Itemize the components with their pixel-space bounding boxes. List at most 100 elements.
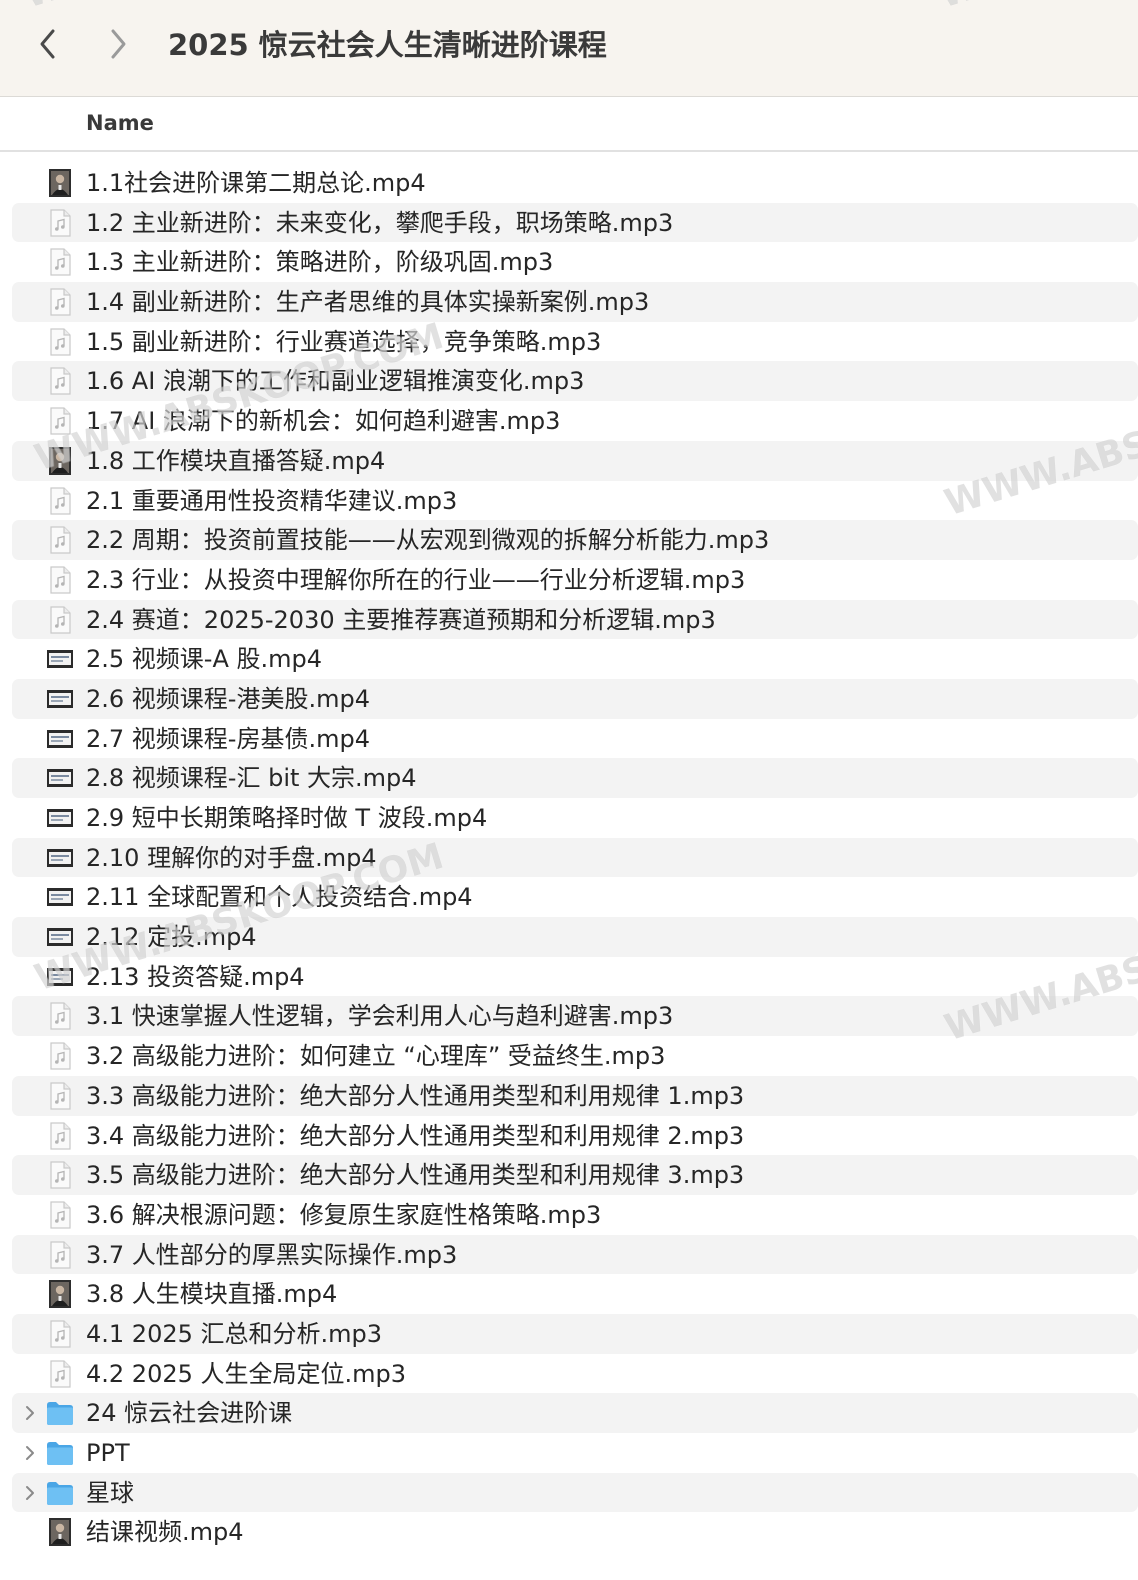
audio-file-icon <box>50 407 71 435</box>
file-icon <box>46 327 74 357</box>
file-row[interactable]: 1.5 副业新进阶：行业赛道选择，竞争策略.mp3 <box>12 322 1138 362</box>
file-row[interactable]: 2.4 赛道：2025-2030 主要推荐赛道预期和分析逻辑.mp3 <box>12 599 1138 640</box>
video-slide-icon <box>47 848 73 867</box>
folder-row[interactable]: PPT <box>12 1433 1138 1473</box>
file-name: 3.5 高级能力进阶：绝大部分人性通用类型和利用规律 3.mp3 <box>86 1161 745 1190</box>
file-name: 2.5 视频课-A 股.mp4 <box>86 645 323 674</box>
file-row[interactable]: 3.6 解决根源问题：修复原生家庭性格策略.mp3 <box>12 1195 1138 1235</box>
file-row[interactable]: 2.6 视频课程-港美股.mp4 <box>12 678 1138 719</box>
file-name: 2.6 视频课程-港美股.mp4 <box>86 684 370 713</box>
file-row[interactable]: 2.5 视频课-A 股.mp4 <box>12 639 1138 679</box>
file-name: 1.3 主业新进阶：策略进阶，阶级巩固.mp3 <box>86 248 554 277</box>
video-slide-icon <box>47 729 73 748</box>
file-icon <box>46 1398 74 1428</box>
file-name: 1.8 工作模块直播答疑.mp4 <box>86 446 386 475</box>
file-icon <box>46 843 74 873</box>
disclosure-toggle[interactable] <box>20 1483 40 1503</box>
file-row[interactable]: 1.4 副业新进阶：生产者思维的具体实操新案例.mp3 <box>12 282 1138 322</box>
audio-file-icon <box>50 1002 71 1031</box>
file-icon <box>46 763 74 793</box>
file-row[interactable]: 2.2 周期：投资前置技能——从宏观到微观的拆解分析能力.mp3 <box>12 520 1138 560</box>
file-row[interactable]: 4.2 2025 人生全局定位.mp3 <box>12 1354 1138 1394</box>
file-icon <box>46 366 74 396</box>
file-row[interactable]: 2.12 定投.mp4 <box>12 917 1138 957</box>
forward-button[interactable] <box>100 26 136 62</box>
file-name: 3.6 解决根源问题：修复原生家庭性格策略.mp3 <box>86 1200 602 1229</box>
video-slide-icon <box>47 888 73 907</box>
file-icon <box>46 1200 74 1230</box>
video-portrait-icon <box>49 1518 71 1547</box>
file-name: 2.9 短中长期策略择时做 T 波段.mp4 <box>86 804 488 832</box>
file-name: 1.2 主业新进阶：未来变化，攀爬手段，职场策略.mp3 <box>86 208 674 237</box>
folder-name: 星球 <box>86 1478 134 1507</box>
file-row[interactable]: 2.13 投资答疑.mp4 <box>12 957 1138 997</box>
audio-file-icon <box>50 288 71 316</box>
folder-row[interactable]: 24 惊云社会进阶课 <box>12 1393 1138 1433</box>
file-name: 1.7 AI 浪潮下的新机会：如何趋利避害.mp3 <box>86 407 561 436</box>
audio-file-icon <box>50 248 71 276</box>
file-row[interactable]: 结课视频.mp4 <box>12 1512 1138 1552</box>
file-row[interactable]: 3.8 人生模块直播.mp4 <box>12 1274 1138 1314</box>
folder-name: 24 惊云社会进阶课 <box>86 1399 293 1428</box>
file-name: 3.8 人生模块直播.mp4 <box>86 1280 338 1309</box>
file-row[interactable]: 1.2 主业新进阶：未来变化，攀爬手段，职场策略.mp3 <box>12 202 1138 243</box>
file-row[interactable]: 2.7 视频课程-房基债.mp4 <box>12 719 1138 759</box>
file-row[interactable]: 1.6 AI 浪潮下的工作和副业逻辑推演变化.mp3 <box>12 361 1138 402</box>
file-row[interactable]: 2.11 全球配置和个人投资结合.mp4 <box>12 877 1138 917</box>
chevron-left-icon <box>40 29 55 59</box>
audio-file-icon <box>50 328 71 356</box>
file-icon <box>46 1359 74 1389</box>
folder-row[interactable]: 星球 <box>12 1472 1138 1513</box>
file-name: 2.11 全球配置和个人投资结合.mp4 <box>86 883 473 912</box>
file-icon <box>46 1438 74 1468</box>
file-row[interactable]: 1.1社会进阶课第二期总论.mp4 <box>12 163 1138 203</box>
file-name: 2.1 重要通用性投资精华建议.mp3 <box>86 486 458 515</box>
file-row[interactable]: 3.2 高级能力进阶：如何建立 “心理库” 受益终生.mp3 <box>12 1036 1138 1076</box>
file-row[interactable]: 2.10 理解你的对手盘.mp4 <box>12 837 1138 878</box>
audio-file-icon <box>50 1082 71 1110</box>
list-header: Name <box>0 97 1138 152</box>
name-column-header[interactable]: Name <box>86 109 154 137</box>
chevron-right-icon <box>26 1446 34 1460</box>
file-name: 1.4 副业新进阶：生产者思维的具体实操新案例.mp3 <box>86 288 650 317</box>
file-row[interactable]: 1.3 主业新进阶：策略进阶，阶级巩固.mp3 <box>12 242 1138 282</box>
file-row[interactable]: 2.3 行业：从投资中理解你所在的行业——行业分析逻辑.mp3 <box>12 560 1138 600</box>
audio-file-icon <box>50 209 71 237</box>
file-icon <box>46 803 74 833</box>
file-icon <box>46 1240 74 1270</box>
video-portrait-icon <box>49 169 71 197</box>
file-name: 3.4 高级能力进阶：绝大部分人性通用类型和利用规律 2.mp3 <box>86 1121 745 1150</box>
audio-file-icon <box>50 1320 71 1348</box>
file-row[interactable]: 1.7 AI 浪潮下的新机会：如何趋利避害.mp3 <box>12 401 1138 441</box>
folder-icon <box>47 1481 73 1505</box>
file-name: 4.2 2025 人生全局定位.mp3 <box>86 1359 407 1388</box>
file-icon <box>46 287 74 317</box>
file-row[interactable]: 2.8 视频课程-汇 bit 大宗.mp4 <box>12 758 1138 798</box>
back-button[interactable] <box>30 26 66 62</box>
file-row[interactable]: 2.9 短中长期策略择时做 T 波段.mp4 <box>12 798 1138 838</box>
file-row[interactable]: 2.1 重要通用性投资精华建议.mp3 <box>12 481 1138 521</box>
file-name: 2.13 投资答疑.mp4 <box>86 962 305 991</box>
video-slide-icon <box>47 650 73 669</box>
file-name: 4.1 2025 汇总和分析.mp3 <box>86 1319 383 1348</box>
file-row[interactable]: 3.7 人性部分的厚黑实际操作.mp3 <box>12 1234 1138 1275</box>
file-row[interactable]: 3.4 高级能力进阶：绝大部分人性通用类型和利用规律 2.mp3 <box>12 1116 1138 1156</box>
file-name: 2.4 赛道：2025-2030 主要推荐赛道预期和分析逻辑.mp3 <box>86 605 716 634</box>
file-icon <box>46 1517 74 1547</box>
file-icon <box>46 525 74 555</box>
disclosure-toggle[interactable] <box>20 1443 40 1463</box>
file-row[interactable]: 3.3 高级能力进阶：绝大部分人性通用类型和利用规律 1.mp3 <box>12 1075 1138 1116</box>
disclosure-toggle[interactable] <box>20 1403 40 1423</box>
file-icon <box>46 1160 74 1190</box>
video-portrait-icon <box>49 1280 71 1309</box>
file-row[interactable]: 3.5 高级能力进阶：绝大部分人性通用类型和利用规律 3.mp3 <box>12 1155 1138 1195</box>
video-slide-icon <box>47 689 73 708</box>
file-row[interactable]: 3.1 快速掌握人性逻辑，学会利用人心与趋利避害.mp3 <box>12 996 1138 1037</box>
audio-file-icon <box>50 566 71 594</box>
file-name: 3.3 高级能力进阶：绝大部分人性通用类型和利用规律 1.mp3 <box>86 1081 745 1110</box>
audio-file-icon <box>50 1201 71 1229</box>
file-row[interactable]: 4.1 2025 汇总和分析.mp3 <box>12 1313 1138 1354</box>
file-name: 2.12 定投.mp4 <box>86 923 257 952</box>
file-name: 3.2 高级能力进阶：如何建立 “心理库” 受益终生.mp3 <box>86 1042 666 1071</box>
file-row[interactable]: 1.8 工作模块直播答疑.mp4 <box>12 440 1138 481</box>
